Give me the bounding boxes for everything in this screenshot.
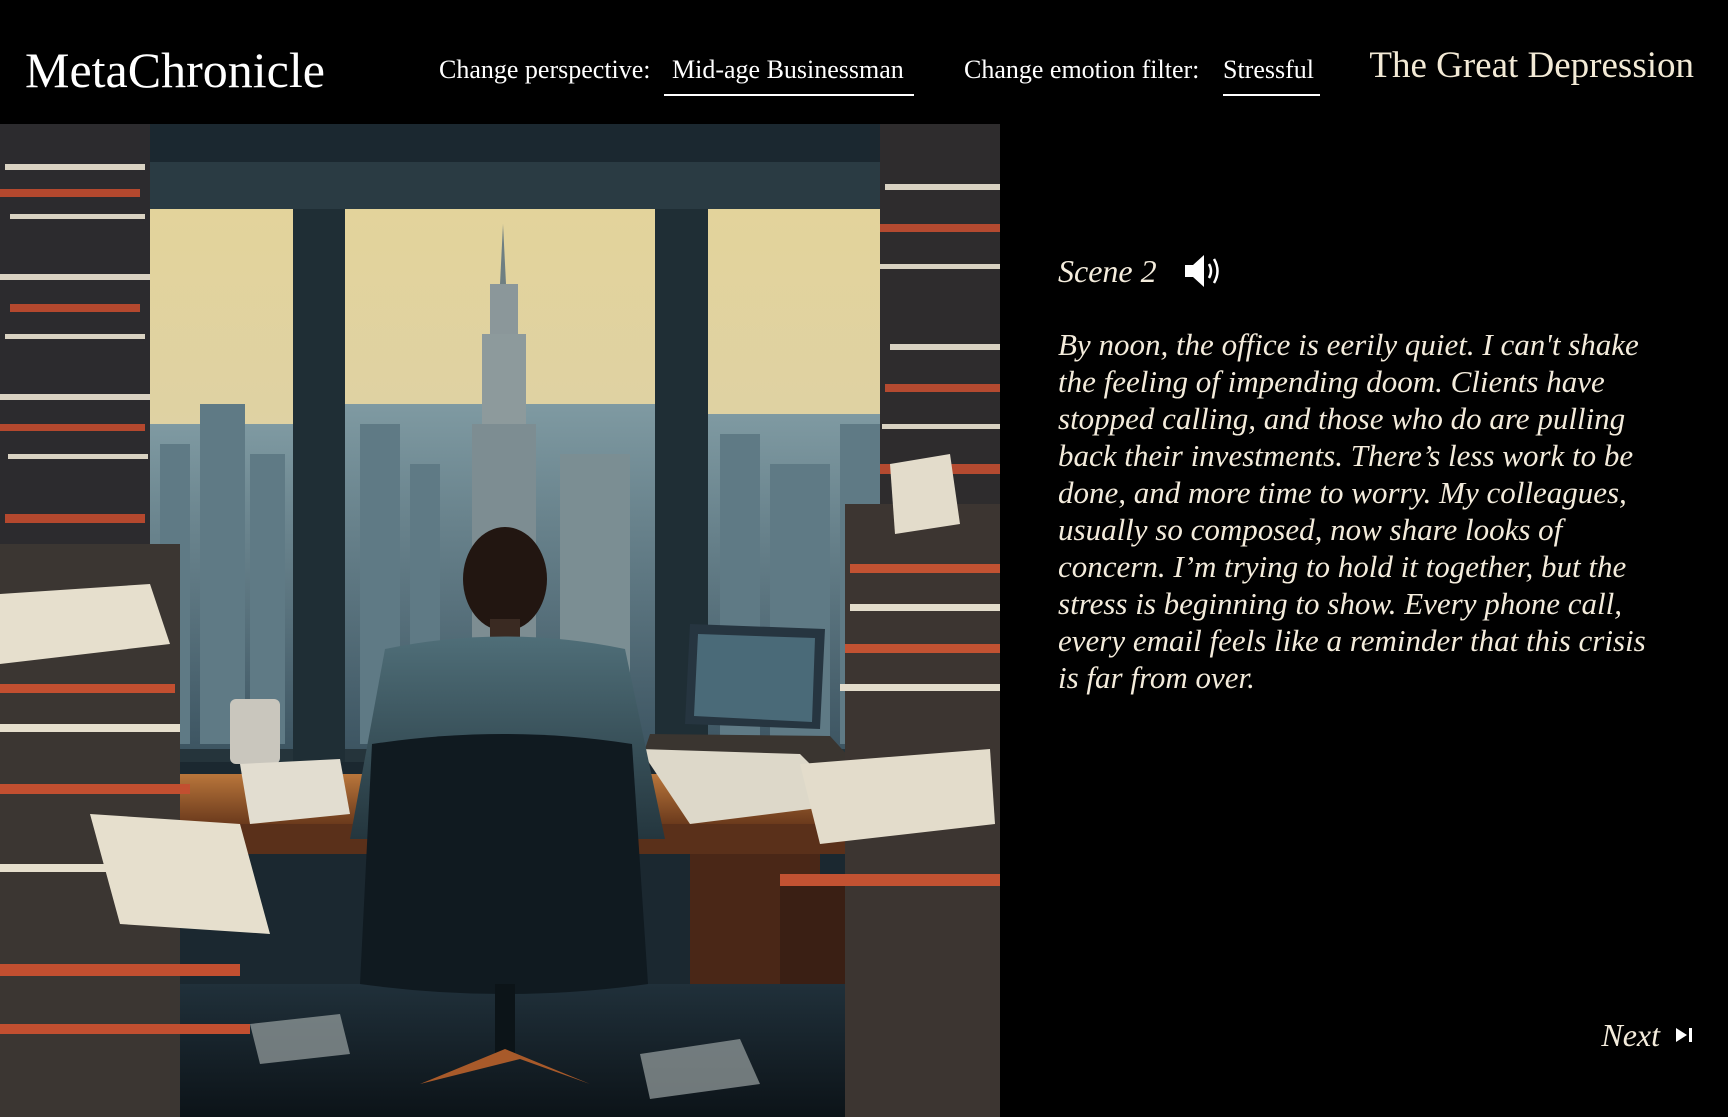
scene-illustration [0, 124, 1000, 1117]
speaker-icon[interactable] [1181, 250, 1227, 292]
scene-narrative: By noon, the office is eerily quiet. I c… [1058, 327, 1646, 695]
emotion-filter-value: Stressful [1223, 55, 1314, 84]
perspective-selector[interactable]: Mid-age Businessman [664, 54, 914, 96]
narrative-panel: Scene 2 By noon, the office is eerily qu… [1000, 124, 1728, 1117]
emotion-filter-selector[interactable]: Stressful [1223, 54, 1320, 96]
scene-label: Scene 2 [1058, 253, 1157, 289]
perspective-value: Mid-age Businessman [672, 55, 904, 84]
emotion-filter-label: Change emotion filter: [964, 55, 1200, 84]
scene-heading: Scene 2 [1058, 250, 1227, 292]
brand-logo[interactable]: MetaChronicle [25, 40, 325, 100]
top-bar: MetaChronicle Change perspective: Mid-ag… [0, 0, 1728, 124]
skip-next-icon [1674, 1025, 1694, 1045]
era-title: The Great Depression [1369, 45, 1694, 86]
office-city-illustration [0, 124, 1000, 1117]
next-label: Next [1601, 1017, 1660, 1053]
next-button[interactable]: Next [1601, 1015, 1694, 1055]
perspective-label: Change perspective: [439, 55, 651, 84]
